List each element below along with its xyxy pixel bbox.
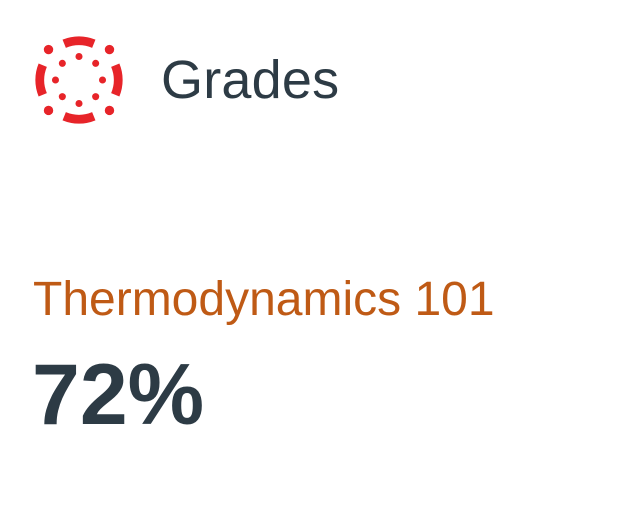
course-name-link[interactable]: Thermodynamics 101 (33, 272, 495, 327)
course-grade: 72% (32, 347, 205, 443)
canvas-logo-icon (35, 36, 123, 124)
widget-title: Grades (161, 50, 340, 110)
widget-header: Grades (30, 31, 339, 129)
